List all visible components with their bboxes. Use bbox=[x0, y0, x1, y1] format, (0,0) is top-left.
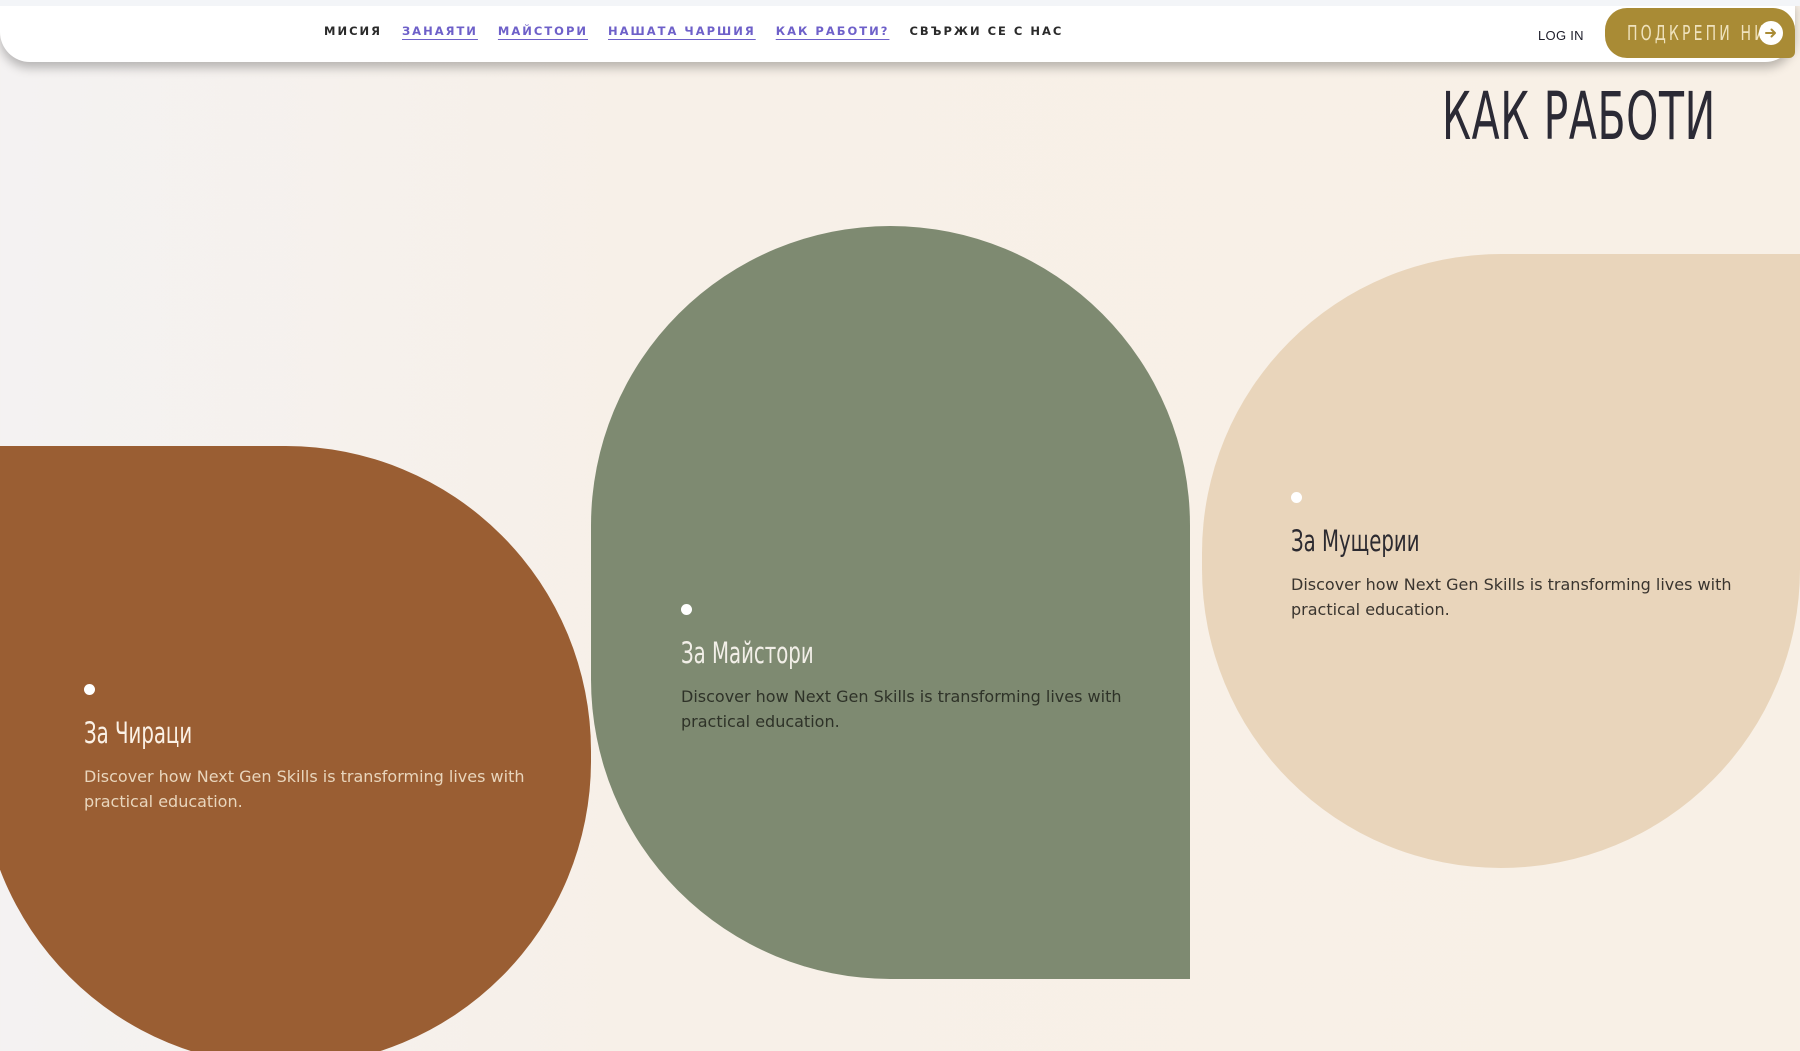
bullet-dot bbox=[1291, 492, 1302, 503]
page-title: КАК РАБОТИ bbox=[1442, 78, 1716, 155]
support-button-label: ПОДКРЕПИ НИ bbox=[1627, 21, 1768, 45]
nav-item-crafts[interactable]: ЗАНАЯТИ bbox=[402, 24, 478, 38]
card-title: За Чираци bbox=[84, 716, 193, 750]
nav-item-contact[interactable]: СВЪРЖИ СЕ С НАС bbox=[909, 24, 1063, 38]
card-shape-masters bbox=[591, 226, 1190, 979]
card-description: Discover how Next Gen Skills is transfor… bbox=[84, 767, 525, 811]
card-masters: За Майстори Discover how Next Gen Skills… bbox=[681, 604, 1151, 734]
card-customers: За Мущерии Discover how Next Gen Skills … bbox=[1291, 492, 1761, 622]
main-nav: МИСИЯ ЗАНАЯТИ МАЙСТОРИ НАШАТА ЧАРШИЯ КАК… bbox=[324, 24, 1063, 38]
nav-item-masters[interactable]: МАЙСТОРИ bbox=[498, 24, 588, 38]
nav-item-how-it-works[interactable]: КАК РАБОТИ? bbox=[776, 24, 890, 38]
card-description: Discover how Next Gen Skills is transfor… bbox=[1291, 575, 1732, 619]
card-description: Discover how Next Gen Skills is transfor… bbox=[681, 687, 1122, 731]
nav-item-our-bazaar[interactable]: НАШАТА ЧАРШИЯ bbox=[608, 24, 756, 38]
login-link[interactable]: LOG IN bbox=[1538, 28, 1584, 43]
card-apprentices: За Чираци Discover how Next Gen Skills i… bbox=[84, 684, 554, 814]
bullet-dot bbox=[681, 604, 692, 615]
card-title: За Мущерии bbox=[1291, 524, 1420, 558]
header-top-strip bbox=[0, 0, 1800, 6]
nav-item-mission[interactable]: МИСИЯ bbox=[324, 24, 382, 38]
bullet-dot bbox=[84, 684, 95, 695]
arrow-right-icon bbox=[1759, 21, 1783, 45]
card-title: За Майстори bbox=[681, 636, 814, 670]
support-button[interactable]: ПОДКРЕПИ НИ bbox=[1605, 8, 1795, 58]
